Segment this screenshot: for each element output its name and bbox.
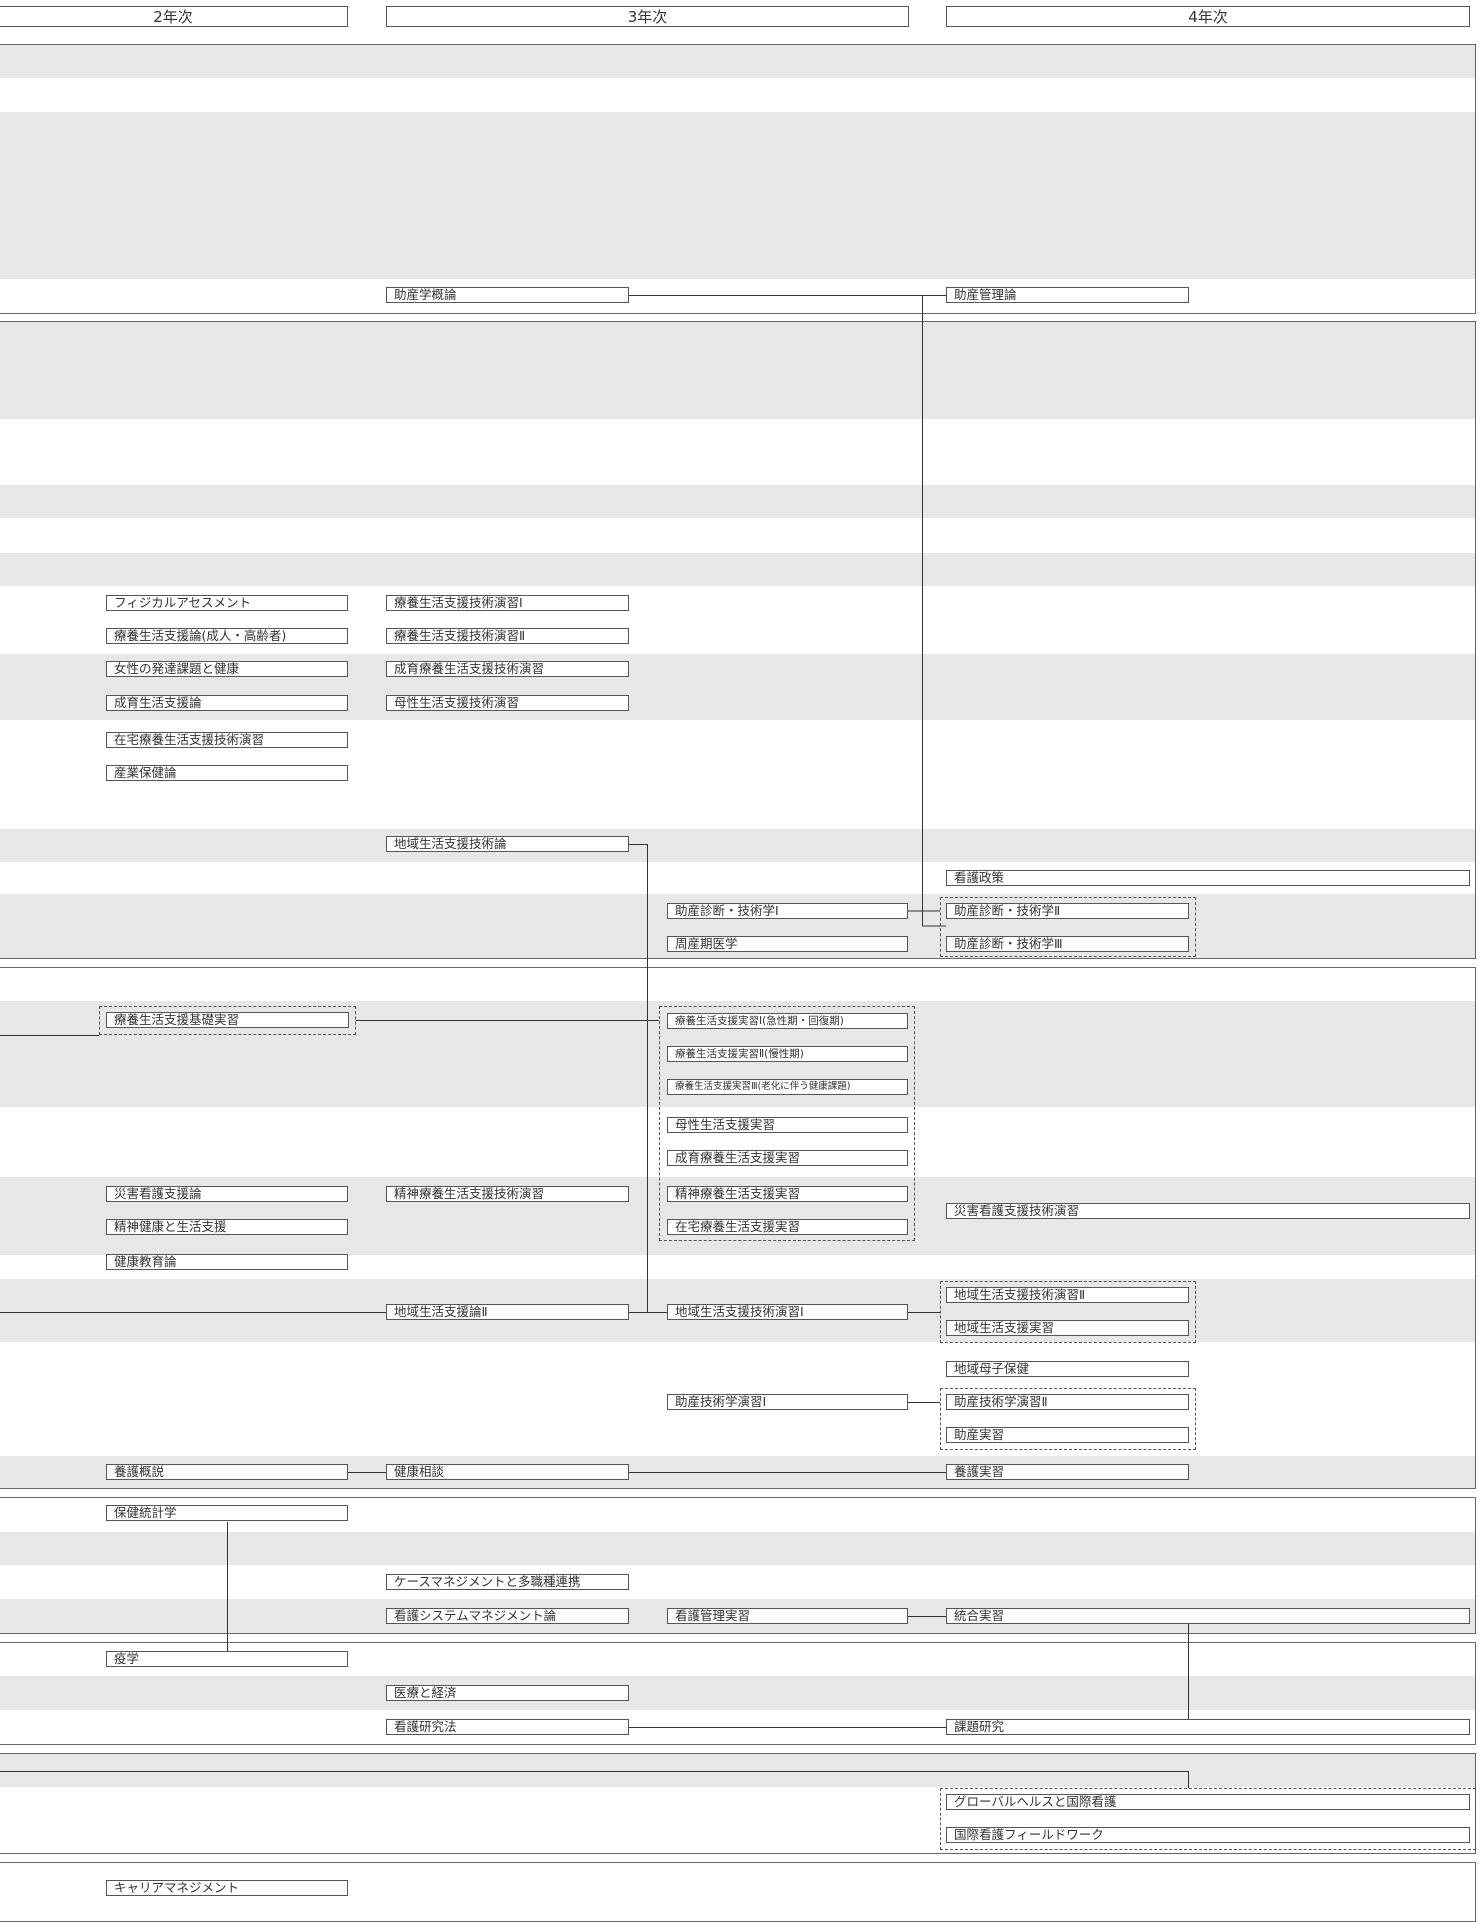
course-box[interactable]: 助産診断・技術学Ⅰ xyxy=(667,903,908,919)
year-label: 3年次 xyxy=(627,8,668,26)
row-band xyxy=(0,1754,1475,1787)
course-box[interactable]: 統合実習 xyxy=(946,1608,1470,1624)
course-box[interactable]: 保健統計学 xyxy=(106,1505,348,1521)
row-band xyxy=(0,1532,1475,1565)
course-box[interactable]: 看護システムマネジメント論 xyxy=(386,1608,629,1624)
course-box[interactable]: 助産管理論 xyxy=(946,287,1189,303)
course-box[interactable]: 看護研究法 xyxy=(386,1719,629,1735)
course-box[interactable]: 災害看護支援技術演習 xyxy=(946,1203,1470,1219)
course-box[interactable]: 成育療養生活支援技術演習 xyxy=(386,661,629,677)
course-box[interactable]: 看護政策 xyxy=(946,870,1470,886)
course-box[interactable]: 助産診断・技術学Ⅲ xyxy=(946,936,1189,952)
year-header-2: 2年次 xyxy=(0,6,348,27)
course-box[interactable]: 地域生活支援論Ⅱ xyxy=(386,1304,629,1320)
course-box[interactable]: 周産期医学 xyxy=(667,936,908,952)
course-box[interactable]: グローバルヘルスと国際看護 xyxy=(946,1794,1470,1810)
course-box[interactable]: 療養生活支援技術演習Ⅰ xyxy=(386,595,629,611)
row-band xyxy=(0,829,1475,862)
course-box[interactable]: 健康教育論 xyxy=(106,1254,348,1270)
course-box[interactable]: 在宅療養生活支援実習 xyxy=(667,1219,908,1235)
course-box[interactable]: 療養生活支援技術演習Ⅱ xyxy=(386,628,629,644)
year-header-4: 4年次 xyxy=(946,6,1470,27)
row-band xyxy=(0,485,1475,518)
row-band xyxy=(0,1676,1475,1710)
row-band xyxy=(0,112,1475,279)
row-band xyxy=(0,322,1475,419)
course-box[interactable]: 看護管理実習 xyxy=(667,1608,908,1624)
course-box[interactable]: 助産学概論 xyxy=(386,287,629,303)
course-box[interactable]: 精神療養生活支援実習 xyxy=(667,1186,908,1202)
course-box[interactable]: 精神療養生活支援技術演習 xyxy=(386,1186,629,1202)
course-box[interactable]: 精神健康と生活支援 xyxy=(106,1219,348,1235)
course-box[interactable]: 療養生活支援実習Ⅲ(老化に伴う健康課題) xyxy=(667,1079,908,1095)
course-box[interactable]: 地域母子保健 xyxy=(946,1361,1189,1377)
course-box[interactable]: フィジカルアセスメント xyxy=(106,595,348,611)
course-box[interactable]: 医療と経済 xyxy=(386,1685,629,1701)
course-box[interactable]: 助産診断・技術学Ⅱ xyxy=(946,903,1189,919)
course-box[interactable]: ケースマネジメントと多職種連携 xyxy=(386,1574,629,1590)
course-box[interactable]: 産業保健論 xyxy=(106,765,348,781)
course-box[interactable]: 母性生活支援技術演習 xyxy=(386,695,629,711)
course-box[interactable]: 療養生活支援基礎実習 xyxy=(106,1012,349,1028)
row-band xyxy=(0,553,1475,586)
course-box[interactable]: 成育療養生活支援実習 xyxy=(667,1150,908,1166)
course-box[interactable]: 助産実習 xyxy=(946,1427,1189,1443)
course-box[interactable]: 療養生活支援実習Ⅰ(急性期・回復期) xyxy=(667,1013,908,1029)
course-box[interactable]: 助産技術学演習Ⅱ xyxy=(946,1394,1189,1410)
course-box[interactable]: 地域生活支援技術演習Ⅱ xyxy=(946,1287,1189,1303)
course-box[interactable]: 養護実習 xyxy=(946,1464,1189,1480)
course-box[interactable]: 地域生活支援技術演習Ⅰ xyxy=(667,1304,908,1320)
course-box[interactable]: 在宅療養生活支援技術演習 xyxy=(106,732,348,748)
section-block xyxy=(0,44,1476,314)
course-box[interactable]: 疫学 xyxy=(106,1651,348,1667)
year-label: 2年次 xyxy=(153,8,193,26)
course-box[interactable]: 国際看護フィールドワーク xyxy=(946,1827,1470,1843)
year-header-3: 3年次 xyxy=(386,6,909,27)
curriculum-map: 2年次 3年次 4年次 助産学概論 助産管理論 フィジカルアセスメント 療養生活… xyxy=(0,0,1482,1922)
course-box[interactable]: 地域生活支援実習 xyxy=(946,1320,1189,1336)
course-box[interactable]: 災害看護支援論 xyxy=(106,1186,348,1202)
course-box[interactable]: 健康相談 xyxy=(386,1464,629,1480)
course-box[interactable]: 地域生活支援技術論 xyxy=(386,836,629,852)
course-box[interactable]: 成育生活支援論 xyxy=(106,695,348,711)
year-label: 4年次 xyxy=(1188,8,1228,26)
course-box[interactable]: 母性生活支援実習 xyxy=(667,1117,908,1133)
course-box[interactable]: 課題研究 xyxy=(946,1719,1470,1735)
course-box[interactable]: 療養生活支援論(成人・高齢者) xyxy=(106,628,348,644)
course-box[interactable]: 女性の発達課題と健康 xyxy=(106,661,348,677)
course-box[interactable]: キャリアマネジメント xyxy=(106,1880,348,1896)
course-box[interactable]: 養護概説 xyxy=(106,1464,348,1480)
course-box[interactable]: 療養生活支援実習Ⅱ(慢性期) xyxy=(667,1046,908,1062)
row-band xyxy=(0,45,1475,78)
course-box[interactable]: 助産技術学演習Ⅰ xyxy=(667,1394,908,1410)
